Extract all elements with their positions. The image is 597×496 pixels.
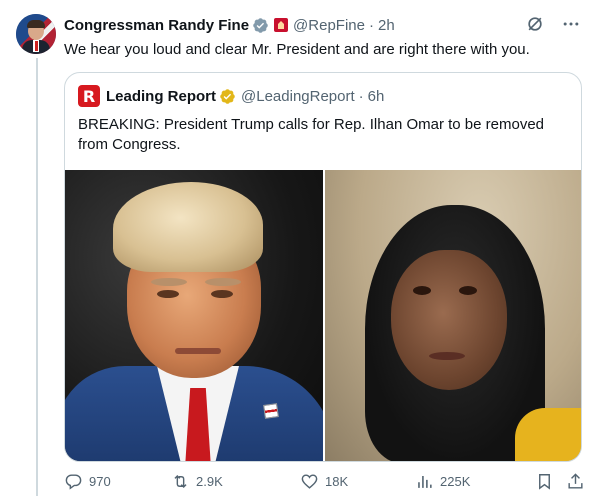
header-actions	[525, 14, 581, 34]
bookmark-button[interactable]	[535, 470, 554, 492]
retweet-button[interactable]: 2.9K	[171, 470, 223, 492]
like-button[interactable]: 18K	[300, 470, 348, 492]
thread-line	[36, 58, 38, 496]
author-name[interactable]: Congressman Randy Fine	[64, 17, 249, 34]
tweet-timestamp[interactable]: 2h	[378, 17, 395, 34]
views-icon	[418, 475, 432, 488]
reply-icon	[65, 473, 82, 490]
quote-author-handle[interactable]: @LeadingReport	[241, 88, 355, 105]
more-icon[interactable]	[561, 14, 581, 34]
reply-button[interactable]: 970	[64, 470, 111, 492]
quote-author-name[interactable]: Leading Report	[106, 88, 216, 105]
separator-dot: ·	[368, 16, 374, 34]
separator-dot: ·	[358, 87, 364, 105]
retweet-count: 2.9K	[196, 473, 223, 489]
leading-report-logo[interactable]: R	[78, 85, 100, 107]
quoted-tweet[interactable]: R Leading Report @LeadingReport · 6h BRE…	[64, 72, 582, 462]
views-button[interactable]: 225K	[415, 470, 470, 492]
quote-header: R Leading Report @LeadingReport · 6h	[78, 85, 384, 107]
grok-icon[interactable]	[525, 14, 545, 34]
house-seal-icon[interactable]	[274, 18, 289, 32]
action-bar: 970 2.9K 18K 225K	[64, 470, 585, 492]
tweet-header: Congressman Randy Fine @RepFine · 2h	[64, 15, 581, 35]
tweet-text: We hear you loud and clear Mr. President…	[64, 41, 530, 58]
retweet-icon	[174, 474, 187, 488]
verified-badge-icon[interactable]	[252, 17, 269, 34]
heart-icon	[301, 473, 318, 489]
like-count: 18K	[325, 473, 349, 489]
share-icon	[568, 472, 583, 489]
quote-text: BREAKING: President Trump calls for Rep.…	[78, 116, 545, 153]
share-button[interactable]	[566, 470, 585, 492]
photo-trump[interactable]	[65, 170, 323, 461]
bookmark-icon	[539, 473, 550, 490]
views-count: 225K	[440, 473, 471, 489]
reply-count: 970	[89, 473, 111, 489]
author-handle[interactable]: @RepFine	[293, 17, 365, 34]
verified-badge-icon[interactable]	[219, 88, 236, 105]
avatar[interactable]	[16, 14, 56, 54]
media-grid	[65, 170, 581, 461]
photo-omar[interactable]	[325, 170, 581, 461]
quote-timestamp[interactable]: 6h	[368, 88, 385, 105]
